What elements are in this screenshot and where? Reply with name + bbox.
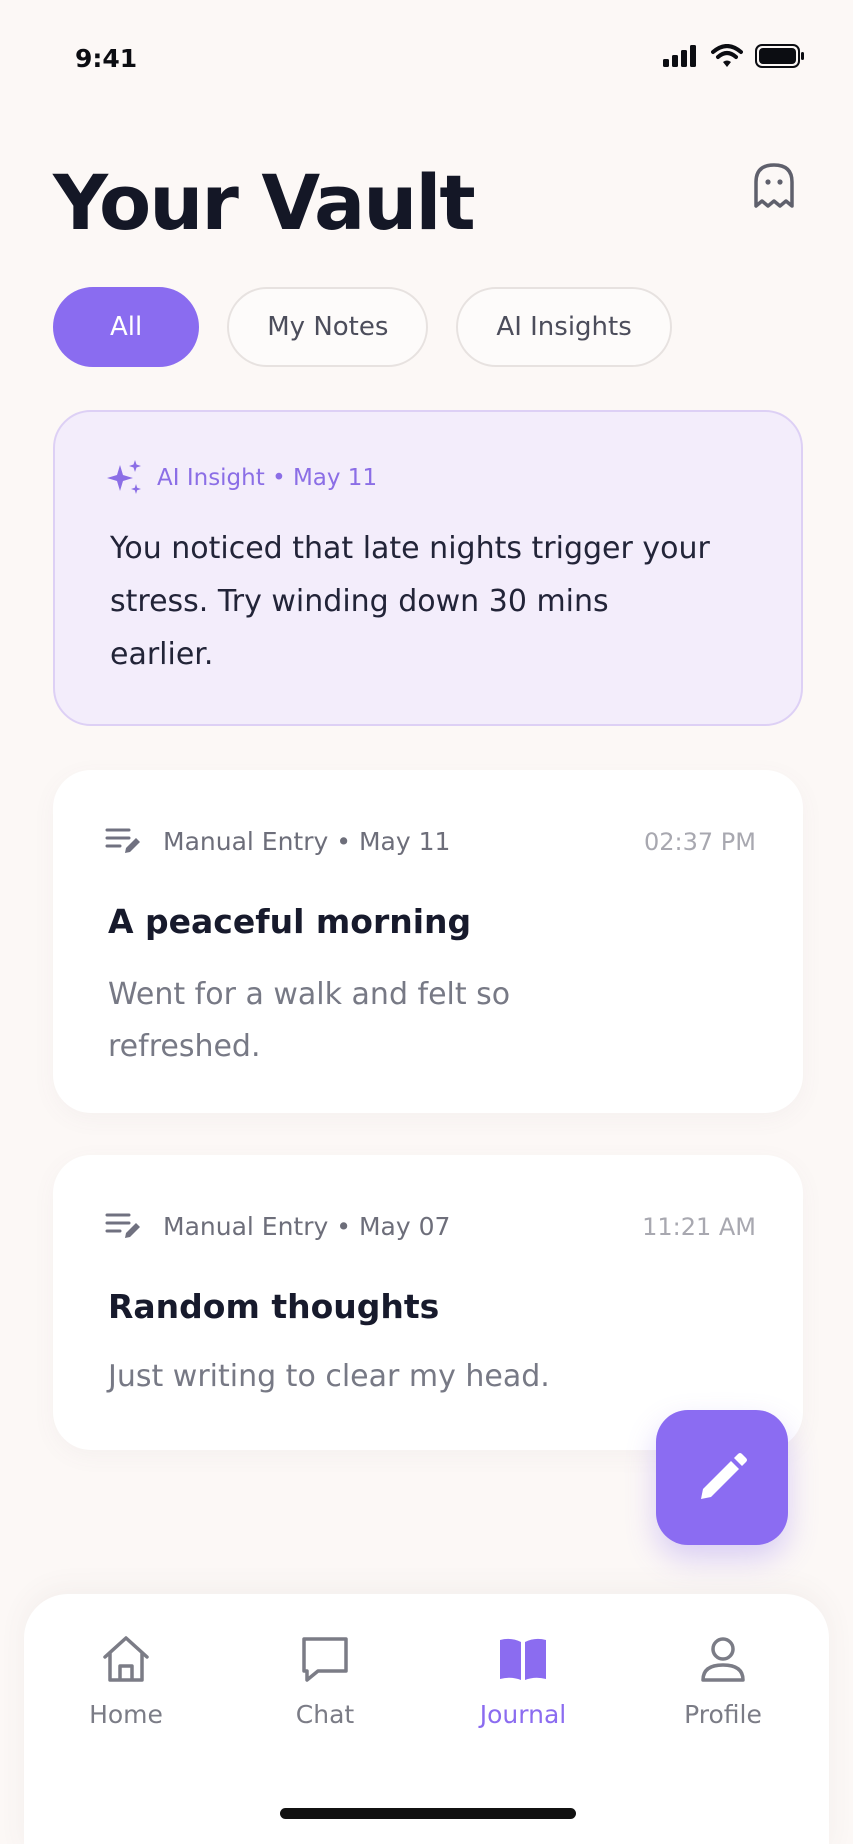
bottom-nav: Home Chat Journal Profile xyxy=(24,1594,829,1844)
filter-chip-all[interactable]: All xyxy=(53,287,200,367)
entry-meta: Manual Entry • May 11 xyxy=(105,825,450,857)
book-icon xyxy=(500,1638,546,1680)
pencil-icon xyxy=(701,1452,747,1499)
chat-icon xyxy=(302,1637,348,1682)
insight-meta: AI Insight • May 11 xyxy=(107,460,377,496)
journal-entry-card[interactable]: Manual Entry • May 11 02:37 PM A peacefu… xyxy=(53,770,803,1113)
filter-chip-my-notes[interactable]: My Notes xyxy=(227,287,429,367)
entry-meta-label: Manual Entry • May 11 xyxy=(163,826,451,856)
edit-note-icon xyxy=(105,1213,140,1238)
nav-item-home[interactable]: Home xyxy=(46,1634,206,1729)
insight-meta-label: AI Insight • May 11 xyxy=(157,465,378,491)
entry-time: 11:21 AM xyxy=(642,1213,756,1241)
page-title: Your Vault xyxy=(53,158,476,247)
status-bar: 9:41 xyxy=(0,0,853,120)
nav-item-chat[interactable]: Chat xyxy=(245,1634,405,1729)
nav-label-chat: Chat xyxy=(295,1700,355,1729)
wifi-icon xyxy=(711,44,743,67)
home-indicator xyxy=(280,1808,576,1819)
ai-insight-card[interactable]: AI Insight • May 11 You noticed that lat… xyxy=(53,410,803,726)
entry-meta-label: Manual Entry • May 07 xyxy=(163,1211,451,1241)
sparkles-icon xyxy=(107,460,141,494)
entry-title: Random thoughts xyxy=(108,1287,440,1326)
new-entry-button[interactable] xyxy=(656,1410,788,1545)
ghost-icon xyxy=(754,163,794,208)
edit-note-icon xyxy=(105,828,140,853)
cellular-signal-icon xyxy=(663,45,696,67)
entry-time: 02:37 PM xyxy=(644,828,756,856)
status-time: 9:41 xyxy=(75,44,138,73)
nav-item-profile[interactable]: Profile xyxy=(643,1634,803,1729)
entry-meta: Manual Entry • May 07 xyxy=(105,1210,450,1242)
nav-item-journal[interactable]: Journal xyxy=(443,1634,603,1729)
nav-label-home: Home xyxy=(89,1700,163,1729)
entry-preview: Went for a walk and felt so refreshed. xyxy=(108,977,511,1064)
ghost-button[interactable] xyxy=(749,160,799,212)
entry-preview: Just writing to clear my head. xyxy=(108,1359,550,1394)
status-icons xyxy=(663,44,805,68)
nav-label-profile: Profile xyxy=(684,1700,762,1729)
battery-icon xyxy=(755,44,804,68)
filter-tabs: All My Notes AI Insights xyxy=(53,287,672,367)
nav-label-journal: Journal xyxy=(479,1700,567,1729)
entry-title: A peaceful morning xyxy=(108,902,472,941)
filter-chip-ai-insights[interactable]: AI Insights xyxy=(456,287,672,367)
home-icon xyxy=(103,1636,149,1682)
person-icon xyxy=(701,1637,745,1682)
journal-entry-card[interactable]: Manual Entry • May 07 11:21 AM Random th… xyxy=(53,1155,803,1450)
insight-body: You noticed that late nights trigger you… xyxy=(110,531,710,672)
